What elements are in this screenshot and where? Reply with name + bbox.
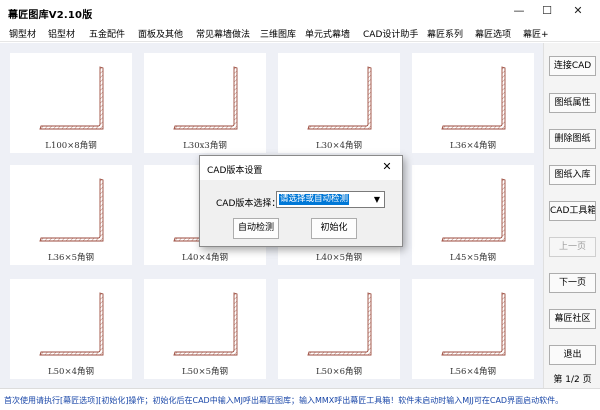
drawing-card[interactable]: L50×4角钢 bbox=[10, 279, 132, 379]
drawing-label: L56×4角钢 bbox=[450, 367, 496, 377]
cad-version-label: CAD版本选择： bbox=[216, 199, 281, 209]
drawing-label: L50×4角钢 bbox=[48, 367, 94, 377]
drawing-label: L50×6角钢 bbox=[316, 367, 362, 377]
angle-profile-shape bbox=[39, 66, 104, 130]
cad-version-select[interactable]: 请选择或自动检测 ▼ bbox=[276, 191, 385, 208]
initialize-button[interactable]: 初始化 bbox=[311, 218, 357, 239]
angle-profile-drawing bbox=[441, 292, 506, 356]
drawing-label: L50×5角钢 bbox=[182, 367, 228, 377]
drawing-label: L100×8角钢 bbox=[45, 141, 97, 151]
drawing-label: L36×5角钢 bbox=[48, 253, 94, 263]
angle-profile-shape bbox=[307, 66, 372, 130]
drawing-label: L30×4角钢 bbox=[316, 141, 362, 151]
drawing-card[interactable]: L36×4角钢 bbox=[412, 53, 534, 153]
drawing-card[interactable]: L36×5角钢 bbox=[10, 165, 132, 265]
drawing-card[interactable]: L100×8角钢 bbox=[10, 53, 132, 153]
cad-toolbox-button[interactable]: CAD工具箱 bbox=[549, 201, 596, 221]
angle-profile-drawing bbox=[39, 66, 104, 130]
title-bar: 幕匠图库V2.10版 — ☐ ✕ bbox=[0, 0, 600, 24]
menu-item-unitized[interactable]: 单元式幕墙 bbox=[305, 27, 350, 40]
angle-profile-drawing bbox=[307, 292, 372, 356]
drawing-card[interactable]: L50×6角钢 bbox=[278, 279, 400, 379]
drawing-properties-button[interactable]: 图纸属性 bbox=[549, 93, 596, 113]
drawing-label: L30x3角钢 bbox=[183, 141, 227, 151]
dialog-title: CAD版本设置 bbox=[207, 166, 263, 176]
angle-profile-shape bbox=[307, 292, 372, 356]
prev-page-button[interactable]: 上一页 bbox=[549, 237, 596, 257]
menu-item-aluminum[interactable]: 铝型材 bbox=[48, 27, 75, 40]
chevron-down-icon[interactable]: ▼ bbox=[370, 192, 384, 207]
menu-item-hardware[interactable]: 五金配件 bbox=[89, 27, 125, 40]
angle-profile-shape bbox=[39, 292, 104, 356]
close-button[interactable]: ✕ bbox=[562, 0, 594, 22]
menu-item-3d-library[interactable]: 三维图库 bbox=[260, 27, 296, 40]
drawing-label: L40×4角钢 bbox=[182, 253, 228, 263]
menu-item-steel[interactable]: 钢型材 bbox=[9, 27, 36, 40]
drawing-label: L40×5角钢 bbox=[316, 253, 362, 263]
cad-version-dialog: CAD版本设置 ✕ CAD版本选择： 请选择或自动检测 ▼ 自动检测 初始化 bbox=[199, 155, 403, 247]
dialog-close-icon[interactable]: ✕ bbox=[379, 159, 395, 175]
maximize-button[interactable]: ☐ bbox=[531, 0, 563, 22]
import-drawing-button[interactable]: 图纸入库 bbox=[549, 165, 596, 185]
connect-cad-button[interactable]: 连接CAD bbox=[549, 56, 596, 76]
angle-profile-shape bbox=[441, 178, 506, 242]
next-page-button[interactable]: 下一页 bbox=[549, 273, 596, 293]
delete-drawing-button[interactable]: 删除图纸 bbox=[549, 129, 596, 149]
drawing-card[interactable]: L56×4角钢 bbox=[412, 279, 534, 379]
drawing-label: L45×5角钢 bbox=[450, 253, 496, 263]
angle-profile-drawing bbox=[307, 66, 372, 130]
exit-button[interactable]: 退出 bbox=[549, 345, 596, 365]
angle-profile-drawing bbox=[173, 292, 238, 356]
auto-detect-button[interactable]: 自动检测 bbox=[233, 218, 279, 239]
status-bar: 首次使用请执行[幕匠选项][初始化]操作；初始化后在CAD中输入MJ呼出幕匠图库… bbox=[0, 388, 600, 410]
angle-profile-shape bbox=[173, 292, 238, 356]
angle-profile-drawing bbox=[441, 66, 506, 130]
angle-profile-shape bbox=[173, 66, 238, 130]
drawing-card[interactable]: L50×5角钢 bbox=[144, 279, 266, 379]
menu-item-curtain-wall-methods[interactable]: 常见幕墙做法 bbox=[196, 27, 250, 40]
angle-profile-shape bbox=[39, 178, 104, 242]
page-indicator: 第 1/2 页 bbox=[553, 375, 592, 385]
cad-version-value: 请选择或自动检测 bbox=[279, 194, 350, 205]
drawing-card[interactable]: L30×4角钢 bbox=[278, 53, 400, 153]
drawing-card[interactable]: L45×5角钢 bbox=[412, 165, 534, 265]
angle-profile-shape bbox=[441, 292, 506, 356]
menu-item-cad-assistant[interactable]: CAD设计助手 bbox=[363, 27, 418, 40]
menu-item-mujiang-plus[interactable]: 幕匠+ bbox=[523, 27, 549, 40]
window-title: 幕匠图库V2.10版 bbox=[8, 10, 93, 21]
menu-bar: 钢型材 铝型材 五金配件 面板及其他 常见幕墙做法 三维图库 单元式幕墙 CAD… bbox=[0, 24, 600, 42]
menu-item-panels[interactable]: 面板及其他 bbox=[138, 27, 183, 40]
angle-profile-drawing bbox=[39, 178, 104, 242]
angle-profile-drawing bbox=[39, 292, 104, 356]
community-button[interactable]: 幕匠社区 bbox=[549, 309, 596, 329]
angle-profile-shape bbox=[441, 66, 506, 130]
action-sidebar: 连接CAD 图纸属性 删除图纸 图纸入库 CAD工具箱 上一页 下一页 幕匠社区… bbox=[543, 43, 600, 388]
menu-item-mujiang-options[interactable]: 幕匠选项 bbox=[475, 27, 511, 40]
drawing-card[interactable]: L30x3角钢 bbox=[144, 53, 266, 153]
drawing-label: L36×4角钢 bbox=[450, 141, 496, 151]
angle-profile-drawing bbox=[173, 66, 238, 130]
menu-item-mujiang-series[interactable]: 幕匠系列 bbox=[427, 27, 463, 40]
dialog-title-bar: CAD版本设置 ✕ bbox=[200, 156, 402, 180]
angle-profile-drawing bbox=[441, 178, 506, 242]
